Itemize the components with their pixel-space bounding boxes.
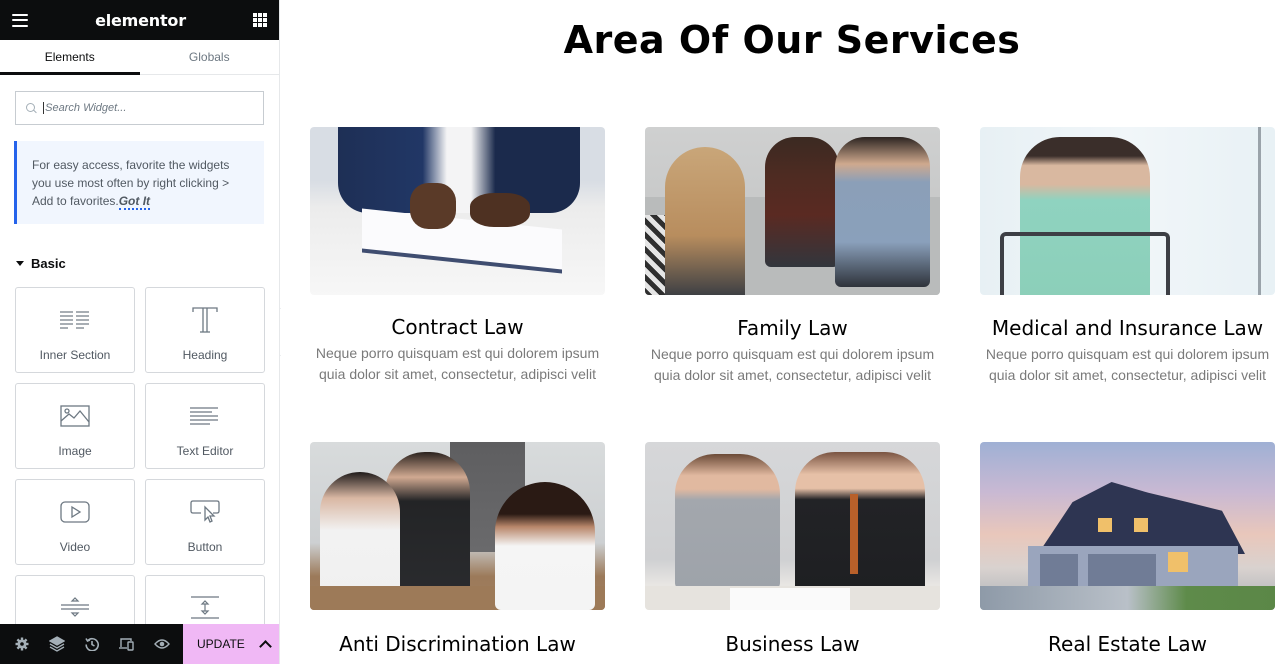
service-card[interactable]: Real Estate Law [980,442,1275,656]
service-description: Neque porro quisquam est qui dolorem ips… [650,346,935,383]
widget-label: Inner Section [39,348,111,362]
update-label: UPDATE [197,637,245,651]
service-card[interactable]: Medical and Insurance Law Neque porro qu… [980,127,1275,386]
service-description: Neque porro quisquam est qui dolorem ips… [315,345,600,382]
tab-elements[interactable]: Elements [0,40,140,75]
service-card[interactable]: Anti Discrimination Law [310,442,605,656]
section-heading[interactable]: Area Of Our Services [281,18,1280,62]
elementor-logo: elementor [95,10,186,30]
service-title: Real Estate Law [1048,632,1207,656]
image-icon [58,402,92,430]
text-editor-icon [188,402,222,430]
widget-grid: Inner Section Heading Image Text Editor … [0,287,279,661]
panel-header: elementor [0,0,279,40]
chevron-up-icon[interactable] [259,640,272,653]
responsive-mode-icon[interactable] [116,633,138,655]
service-title: Contract Law [391,315,524,339]
spacer-icon [188,594,222,622]
video-icon [58,498,92,526]
got-it-link[interactable]: Got It [118,194,151,210]
widget-video[interactable]: Video [15,479,135,565]
service-card[interactable]: Business Law [645,442,940,656]
service-image-contract [310,127,605,295]
service-image-business [645,442,940,610]
search-wrap [0,75,279,125]
widget-heading[interactable]: Heading [145,287,265,373]
navigator-layers-icon[interactable] [46,633,68,655]
hamburger-menu-icon[interactable] [12,13,28,27]
service-image-medical [980,127,1275,295]
widget-label: Button [187,540,223,554]
service-image-real-estate [980,442,1275,610]
panel-tabs: Elements Globals [0,40,279,75]
favorites-notice: For easy access, favorite the widgets yo… [14,141,264,224]
category-basic-toggle[interactable]: Basic [0,224,279,287]
divider-icon [58,594,92,622]
widget-label: Image [58,444,92,458]
preview-canvas: Area Of Our Services Contract Law Neque … [281,0,1280,664]
tab-globals[interactable]: Globals [140,40,280,74]
update-button[interactable]: UPDATE [183,624,279,664]
service-image-family [645,127,940,295]
elementor-panel: elementor Elements Globals For easy acce… [0,0,280,664]
widgets-grid-icon[interactable] [253,13,267,27]
service-description: Neque porro quisquam est qui dolorem ips… [985,346,1270,383]
preview-eye-icon[interactable] [151,633,173,655]
search-icon [26,102,36,114]
service-card[interactable]: Family Law Neque porro quisquam est qui … [645,127,940,386]
settings-icon[interactable] [11,633,33,655]
search-widget-input[interactable] [43,102,253,114]
history-icon[interactable] [81,633,103,655]
widget-label: Text Editor [176,444,234,458]
widget-image[interactable]: Image [15,383,135,469]
category-title: Basic [31,256,66,271]
widget-text-editor[interactable]: Text Editor [145,383,265,469]
panel-footer: UPDATE [0,624,279,664]
service-title: Business Law [725,632,860,656]
heading-icon [188,306,222,334]
widget-button[interactable]: Button [145,479,265,565]
search-box [15,91,264,125]
service-title: Anti Discrimination Law [339,632,576,656]
widget-inner-section[interactable]: Inner Section [15,287,135,373]
widget-label: Video [59,540,91,554]
service-image-discrimination [310,442,605,610]
service-title: Medical and Insurance Law [991,316,1264,340]
inner-section-icon [58,306,92,334]
widget-label: Heading [182,348,228,362]
button-icon [188,498,222,526]
caret-down-icon [16,261,24,266]
service-card[interactable]: Contract Law Neque porro quisquam est qu… [310,127,605,385]
service-title: Family Law [737,316,848,340]
footer-tools [0,624,183,664]
